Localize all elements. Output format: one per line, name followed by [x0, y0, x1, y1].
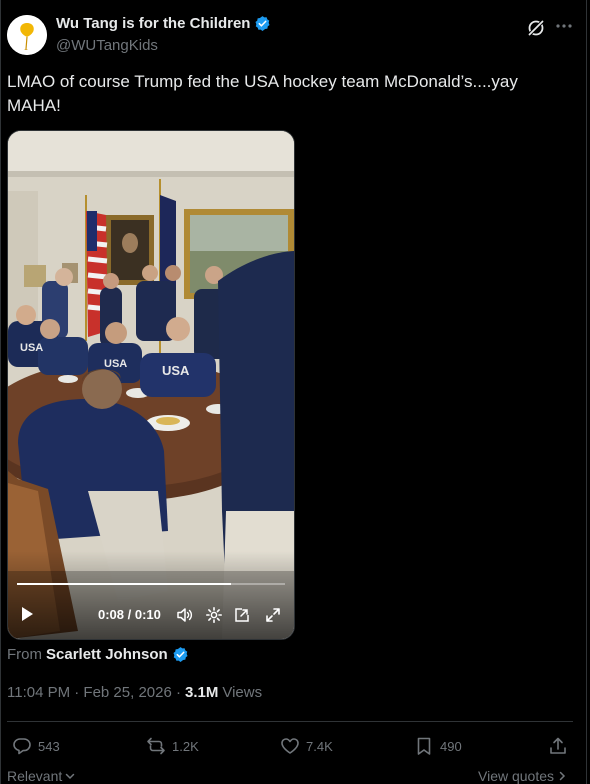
divider: [7, 721, 573, 722]
chevron-down-icon: [66, 773, 75, 780]
avatar[interactable]: [7, 15, 47, 55]
more-options-icon[interactable]: [554, 16, 574, 36]
bookmark-icon: [417, 737, 431, 755]
verified-badge-icon: [255, 16, 270, 31]
author-display-name[interactable]: Wu Tang is for the Children: [56, 15, 250, 32]
tweet-text: LMAO of course Trump fed the USA hockey …: [7, 72, 518, 115]
reply-icon: [13, 738, 31, 755]
author-name-row[interactable]: Wu Tang is for the Children: [56, 15, 271, 32]
verified-badge-icon: [173, 647, 188, 662]
avatar-balloon-icon: [7, 15, 47, 55]
source-author-name[interactable]: Scarlett Johnson: [46, 646, 168, 663]
repost-count: 1.2K: [172, 738, 199, 754]
bookmark-count: 490: [440, 738, 462, 754]
bookmark-button[interactable]: 490: [414, 736, 462, 756]
picture-in-picture-icon[interactable]: [233, 606, 251, 624]
share-button[interactable]: [548, 736, 568, 756]
relevant-label: Relevant: [7, 768, 63, 784]
tweet-meta: 11:04 PM · Feb 25, 2026 · 3.1M Views: [7, 684, 262, 701]
tweet-timestamp[interactable]: 11:04 PM · Feb 25, 2026 ·: [7, 684, 181, 701]
left-border: [0, 0, 1, 784]
repost-button[interactable]: 1.2K: [146, 736, 199, 756]
video-time-readout: 0:08 / 0:10: [98, 607, 161, 622]
video-frame-image: USA USA USA: [8, 131, 294, 639]
view-quotes-link[interactable]: View quotes: [478, 768, 568, 784]
video-player[interactable]: USA USA USA 0:08 / 0:10: [7, 130, 295, 640]
reply-button[interactable]: 543: [12, 736, 60, 756]
tweet-page: Wu Tang is for the Children @WUTangKids …: [0, 0, 590, 784]
grok-icon[interactable]: [526, 18, 546, 38]
relevant-sort-dropdown[interactable]: Relevant: [7, 768, 76, 784]
views-label: Views: [222, 684, 263, 701]
volume-icon[interactable]: [176, 606, 194, 624]
fullscreen-icon[interactable]: [264, 606, 282, 624]
source-attribution: From Scarlett Johnson: [7, 646, 189, 663]
svg-text:USA: USA: [104, 358, 127, 370]
like-button[interactable]: 7.4K: [280, 736, 333, 756]
chevron-right-icon: [559, 771, 566, 781]
svg-text:USA: USA: [162, 363, 190, 378]
heart-icon: [281, 738, 299, 754]
views-count: 3.1M: [185, 684, 219, 701]
right-border: [586, 0, 587, 784]
settings-gear-icon[interactable]: [205, 606, 223, 624]
share-icon: [550, 737, 566, 754]
reply-count: 543: [38, 738, 60, 754]
video-progress-fill: [17, 583, 232, 585]
like-count: 7.4K: [306, 738, 333, 754]
play-icon[interactable]: [18, 605, 36, 623]
video-progress-bar[interactable]: [17, 583, 285, 585]
author-handle[interactable]: @WUTangKids: [56, 37, 158, 54]
from-label: From: [7, 646, 42, 663]
svg-text:USA: USA: [20, 342, 43, 354]
repost-icon: [147, 737, 165, 755]
view-quotes-label: View quotes: [478, 768, 555, 784]
